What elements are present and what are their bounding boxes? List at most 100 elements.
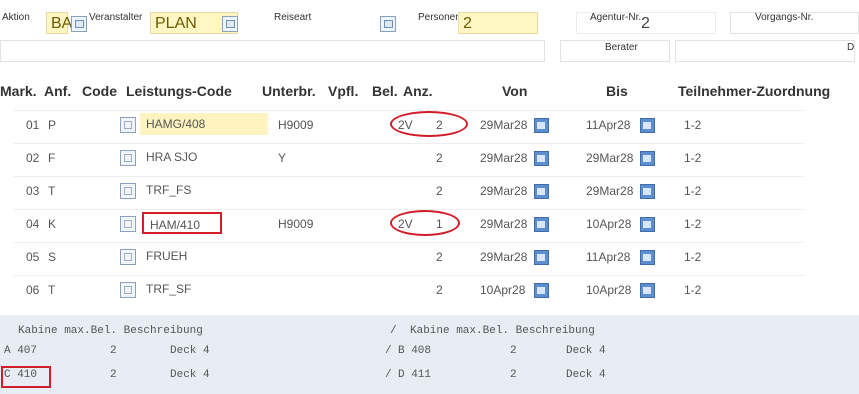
- code-icon[interactable]: [120, 249, 136, 265]
- teilnehmer-field[interactable]: 1-2: [684, 217, 701, 231]
- agentur-field[interactable]: 2: [576, 12, 716, 34]
- vpfl-field[interactable]: 2V: [398, 217, 413, 231]
- aktion-label: Aktion: [2, 12, 30, 23]
- col-unterbr: Unterbr.: [262, 83, 316, 99]
- calendar-icon[interactable]: [534, 151, 549, 166]
- bis-field[interactable]: 11Apr28: [586, 118, 630, 132]
- von-field[interactable]: 29Mar28: [480, 151, 527, 165]
- berater-field[interactable]: [560, 40, 670, 62]
- cabin-description: Deck 4: [566, 345, 606, 357]
- teilnehmer-field[interactable]: 1-2: [684, 283, 701, 297]
- cabin-code[interactable]: C 410: [4, 369, 37, 381]
- cabin-code[interactable]: A 407: [4, 345, 37, 357]
- vorgang-field[interactable]: [730, 12, 859, 34]
- anz-field[interactable]: 2: [436, 184, 443, 198]
- cabin-description: Deck 4: [566, 369, 606, 381]
- col-teilnehmer: Teilnehmer-Zuordnung: [678, 83, 831, 99]
- calendar-icon[interactable]: [640, 217, 655, 232]
- services-table-header: Mark. Anf. Code Leistungs-Code Unterbr. …: [0, 80, 859, 104]
- reiseart-lookup-icon[interactable]: [380, 16, 396, 32]
- bis-field[interactable]: 29Mar28: [586, 151, 633, 165]
- row-number: 01: [26, 118, 40, 132]
- extra-field[interactable]: [675, 40, 855, 62]
- anz-field[interactable]: 2: [436, 118, 443, 132]
- cabin-max-bel: 2: [110, 345, 117, 357]
- calendar-icon[interactable]: [534, 250, 549, 265]
- cabin-code[interactable]: D 411: [398, 369, 431, 381]
- calendar-icon[interactable]: [640, 250, 655, 265]
- table-row[interactable]: 03 T TRF_FS 2 29Mar28 29Mar28 1-2: [14, 176, 804, 205]
- leistung-field[interactable]: TRF_FS: [140, 179, 268, 201]
- code-icon[interactable]: [120, 150, 136, 166]
- aktion-lookup-icon[interactable]: [71, 16, 87, 32]
- reise-input[interactable]: [0, 40, 545, 62]
- row-anf[interactable]: F: [48, 151, 55, 165]
- row-number: 05: [26, 250, 40, 264]
- unterbr-field[interactable]: H9009: [278, 217, 313, 231]
- row-number: 04: [26, 217, 40, 231]
- booking-header: Aktion BA Veranstalter PLAN Reiseart Per…: [0, 0, 859, 76]
- row-anf[interactable]: K: [48, 217, 56, 231]
- col-vpfl: Vpfl.: [328, 83, 359, 99]
- bis-field[interactable]: 10Apr28: [586, 217, 631, 231]
- leistung-field[interactable]: TRF_SF: [140, 278, 268, 300]
- unterbr-field[interactable]: H9009: [278, 118, 313, 132]
- vpfl-field[interactable]: 2V: [398, 118, 413, 132]
- code-icon[interactable]: [120, 183, 136, 199]
- table-row[interactable]: 04 K HAM/410 H9009 2V 1 29Mar28 10Apr28 …: [14, 209, 804, 238]
- cabin-code[interactable]: B 408: [398, 345, 431, 357]
- anz-field[interactable]: 2: [436, 283, 443, 297]
- anz-field[interactable]: 2: [436, 151, 443, 165]
- bis-field[interactable]: 29Mar28: [586, 184, 633, 198]
- row-anf[interactable]: S: [48, 250, 56, 264]
- von-field[interactable]: 29Mar28: [480, 184, 527, 198]
- personen-field[interactable]: 2: [458, 12, 538, 34]
- cabin-header-left: Kabine max.Bel. Beschreibung: [18, 325, 203, 337]
- cabin-header-separator: /: [390, 325, 397, 337]
- calendar-icon[interactable]: [640, 151, 655, 166]
- teilnehmer-field[interactable]: 1-2: [684, 250, 701, 264]
- code-icon[interactable]: [120, 216, 136, 232]
- aktion-field[interactable]: BA: [46, 12, 72, 34]
- table-row[interactable]: 05 S FRUEH 2 29Mar28 11Apr28 1-2: [14, 242, 804, 271]
- veranstalter-lookup-icon[interactable]: [222, 16, 238, 32]
- row-anf[interactable]: P: [48, 118, 56, 132]
- calendar-icon[interactable]: [534, 217, 549, 232]
- von-field[interactable]: 29Mar28: [480, 217, 527, 231]
- von-field[interactable]: 10Apr28: [480, 283, 525, 297]
- table-row[interactable]: 01 P HAMG/408 H9009 2V 2 29Mar28 11Apr28…: [14, 110, 804, 139]
- row-anf[interactable]: T: [48, 184, 55, 198]
- leistung-field-highlighted[interactable]: HAM/410: [142, 212, 222, 234]
- anz-field[interactable]: 2: [436, 250, 443, 264]
- calendar-icon[interactable]: [640, 184, 655, 199]
- teilnehmer-field[interactable]: 1-2: [684, 118, 701, 132]
- cabin-separator: /: [385, 345, 392, 357]
- col-anz: Anz.: [403, 83, 433, 99]
- row-number: 03: [26, 184, 40, 198]
- von-field[interactable]: 29Mar28: [480, 118, 527, 132]
- table-row[interactable]: 06 T TRF_SF 2 10Apr28 10Apr28 1-2: [14, 275, 804, 304]
- code-icon[interactable]: [120, 117, 136, 133]
- leistung-field[interactable]: HRA SJO: [140, 146, 268, 168]
- bis-field[interactable]: 10Apr28: [586, 283, 631, 297]
- teilnehmer-field[interactable]: 1-2: [684, 151, 701, 165]
- cabin-description: Deck 4: [170, 369, 210, 381]
- leistung-field[interactable]: FRUEH: [140, 245, 268, 267]
- calendar-icon[interactable]: [640, 118, 655, 133]
- teilnehmer-field[interactable]: 1-2: [684, 184, 701, 198]
- calendar-icon[interactable]: [534, 184, 549, 199]
- bis-field[interactable]: 11Apr28: [586, 250, 630, 264]
- table-row[interactable]: 02 F HRA SJO Y 2 29Mar28 29Mar28 1-2: [14, 143, 804, 172]
- leistung-field[interactable]: HAMG/408: [140, 113, 268, 135]
- cabin-separator: /: [385, 369, 392, 381]
- calendar-icon[interactable]: [534, 118, 549, 133]
- cabin-max-bel: 2: [110, 369, 117, 381]
- calendar-icon[interactable]: [640, 283, 655, 298]
- anz-field[interactable]: 1: [436, 217, 443, 231]
- code-icon[interactable]: [120, 282, 136, 298]
- calendar-icon[interactable]: [534, 283, 549, 298]
- row-anf[interactable]: T: [48, 283, 55, 297]
- cabin-max-bel: 2: [510, 345, 517, 357]
- von-field[interactable]: 29Mar28: [480, 250, 527, 264]
- unterbr-field[interactable]: Y: [278, 151, 286, 165]
